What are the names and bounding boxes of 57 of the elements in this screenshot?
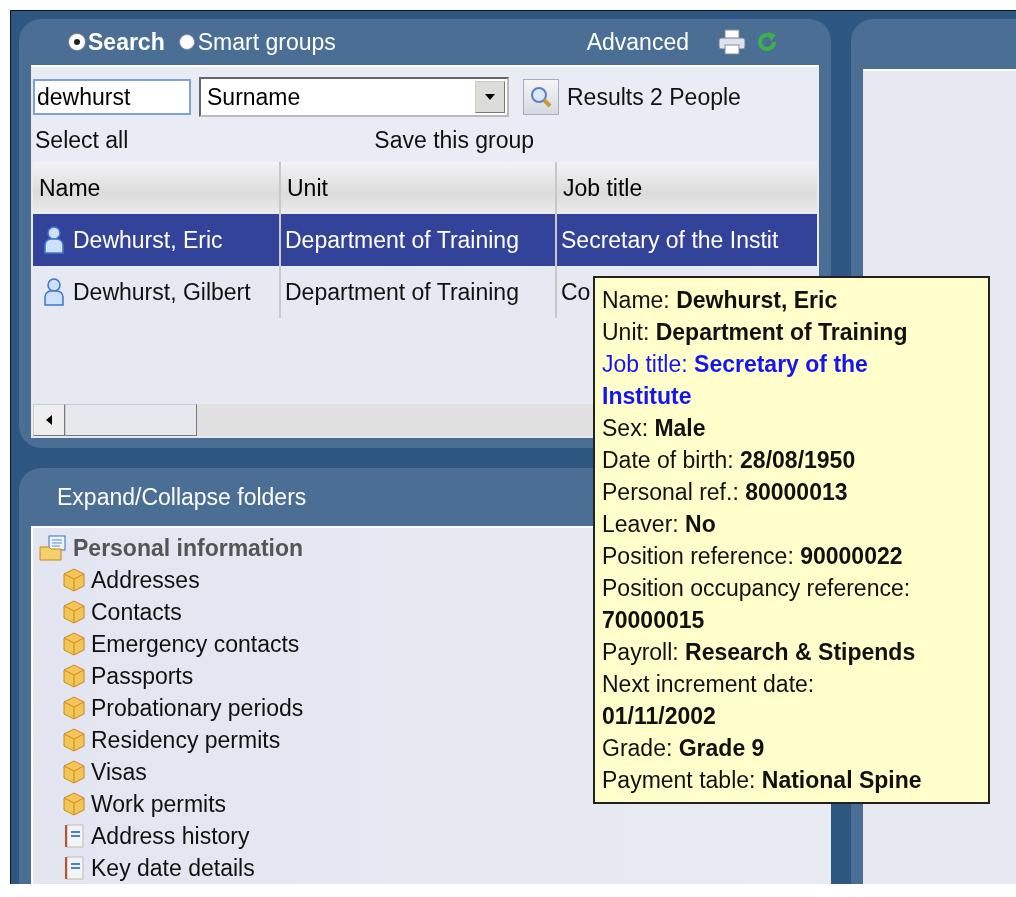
tooltip-line: Grade: Grade 9 bbox=[602, 734, 766, 763]
tree-item[interactable]: Probationary periods bbox=[91, 694, 304, 722]
box-icon bbox=[61, 695, 87, 721]
radio-button[interactable]: Search bbox=[69, 28, 165, 56]
box-icon bbox=[61, 791, 87, 817]
table-cell: Co bbox=[561, 278, 591, 306]
tooltip-line: Payment table: National Spine bbox=[602, 766, 923, 795]
box-icon bbox=[61, 567, 87, 593]
table-cell: Department of Training bbox=[285, 226, 519, 254]
caret-icon bbox=[485, 94, 495, 100]
box-icon bbox=[61, 631, 87, 657]
person-icon bbox=[43, 278, 65, 306]
table-cell: Department of Training bbox=[285, 278, 519, 306]
results-count: Results 2 People bbox=[567, 83, 741, 111]
tooltip-line: Name: Dewhurst, Eric bbox=[602, 286, 839, 315]
tooltip-line: Position reference: 90000022 bbox=[602, 542, 904, 571]
tree-item[interactable]: Contacts bbox=[91, 598, 182, 626]
expand-collapse-link[interactable]: Expand/Collapse folders bbox=[57, 483, 307, 511]
tooltip-line: Payroll: Research & Stipends bbox=[602, 638, 917, 667]
box-icon bbox=[61, 599, 87, 625]
tree-item[interactable]: Addresses bbox=[91, 566, 200, 594]
tree-item[interactable]: Passports bbox=[91, 662, 194, 690]
tree-item[interactable]: Address history bbox=[91, 822, 250, 850]
tooltip-line: Next increment date: 01/11/2002 bbox=[602, 670, 816, 731]
tooltip-line: Leaver: No bbox=[602, 510, 717, 539]
tooltip-line: Job title: Secretary of the Institute bbox=[602, 350, 869, 411]
select-all-link[interactable]: Select all bbox=[35, 127, 129, 154]
box-icon bbox=[61, 727, 87, 753]
search-button[interactable] bbox=[523, 79, 559, 115]
search-icon bbox=[529, 85, 553, 109]
tree-item[interactable]: Emergency contacts bbox=[91, 630, 300, 658]
tree-item[interactable]: Personal information bbox=[73, 534, 304, 562]
box-icon bbox=[61, 759, 87, 785]
tree-item[interactable]: Visas bbox=[91, 758, 147, 786]
field-dropdown[interactable]: Surname bbox=[199, 77, 509, 117]
table-cell: Dewhurst, Eric bbox=[73, 226, 223, 254]
table-cell: Secretary of the Instit bbox=[561, 226, 779, 254]
tree-item[interactable]: Residency permits bbox=[91, 726, 281, 754]
radio-button[interactable]: Smart groups bbox=[178, 28, 336, 56]
tooltip-line: Date of birth: 28/08/1950 bbox=[602, 446, 857, 475]
table-cell: Dewhurst, Gilbert bbox=[73, 278, 251, 306]
tooltip-line: Unit: Department of Training bbox=[602, 318, 909, 347]
tooltip-line: Personal ref.: 80000013 bbox=[602, 478, 849, 507]
person-icon bbox=[43, 226, 65, 254]
tree-item[interactable]: Work permits bbox=[91, 790, 227, 818]
printer-icon[interactable] bbox=[717, 29, 747, 55]
save-group-link[interactable]: Save this group bbox=[374, 127, 535, 154]
tree-item[interactable]: Key date details bbox=[91, 854, 255, 882]
tooltip-line: Position occupancy reference: 70000015 bbox=[602, 574, 912, 635]
box-icon bbox=[61, 663, 87, 689]
table-row[interactable]: Dewhurst, Eric Department of Training Secretary of the Instit bbox=[33, 214, 817, 266]
left-arrow-icon bbox=[46, 415, 52, 425]
advanced-link[interactable]: Advanced bbox=[586, 28, 689, 56]
search-field[interactable]: dewhurst bbox=[33, 79, 191, 115]
tooltip-line: Sex: Male bbox=[602, 414, 707, 443]
folder-icon bbox=[39, 535, 69, 561]
column-header[interactable]: Job title bbox=[557, 162, 817, 214]
